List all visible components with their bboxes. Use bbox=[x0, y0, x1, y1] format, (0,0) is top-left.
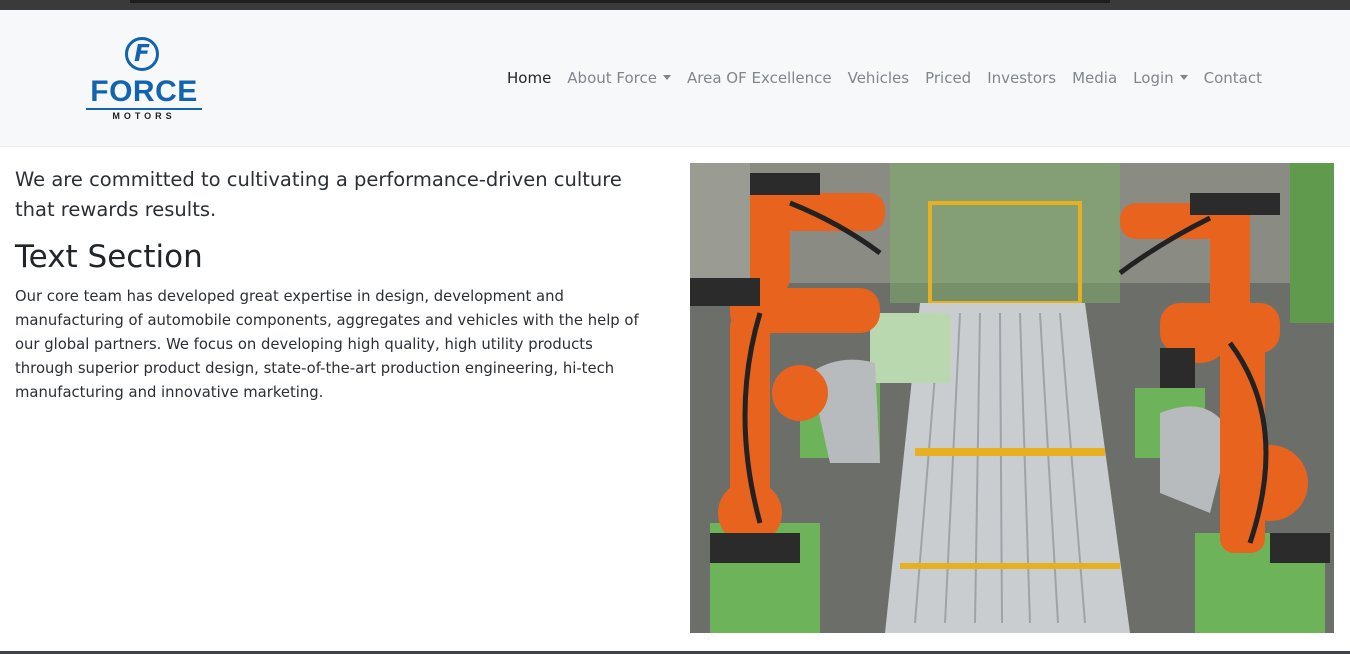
section-heading: Text Section bbox=[15, 239, 203, 275]
browser-top-strip bbox=[0, 0, 1350, 10]
nav-vehicles[interactable]: Vehicles bbox=[840, 66, 917, 90]
logo-emblem-icon: F bbox=[125, 37, 159, 71]
nav-investors[interactable]: Investors bbox=[979, 66, 1064, 90]
nav-login[interactable]: Login bbox=[1125, 66, 1195, 90]
text-section: We are committed to cultivating a perfor… bbox=[15, 165, 655, 405]
chevron-down-icon bbox=[1179, 75, 1188, 80]
logo-rule bbox=[86, 108, 202, 110]
nav-area-of-excellence[interactable]: Area OF Excellence bbox=[679, 66, 840, 90]
force-motors-logo[interactable]: F FORCE MOTORS bbox=[84, 36, 204, 122]
lead-text: We are committed to cultivating a perfor… bbox=[15, 168, 622, 221]
logo-subtitle: MOTORS bbox=[112, 111, 176, 121]
nav-contact[interactable]: Contact bbox=[1196, 66, 1270, 90]
nav-media[interactable]: Media bbox=[1064, 66, 1125, 90]
nav-priced[interactable]: Priced bbox=[917, 66, 979, 90]
chevron-down-icon bbox=[663, 75, 671, 80]
navbar: F FORCE MOTORS Home About Force Area OF … bbox=[0, 10, 1350, 147]
logo-wordmark: FORCE bbox=[90, 75, 198, 108]
nav-about-force[interactable]: About Force bbox=[559, 66, 679, 90]
section-body: Our core team has developed great expert… bbox=[15, 288, 639, 401]
factory-robots-image bbox=[690, 163, 1334, 633]
main-menu: Home About Force Area OF Excellence Vehi… bbox=[499, 66, 1270, 90]
nav-home[interactable]: Home bbox=[499, 66, 559, 90]
